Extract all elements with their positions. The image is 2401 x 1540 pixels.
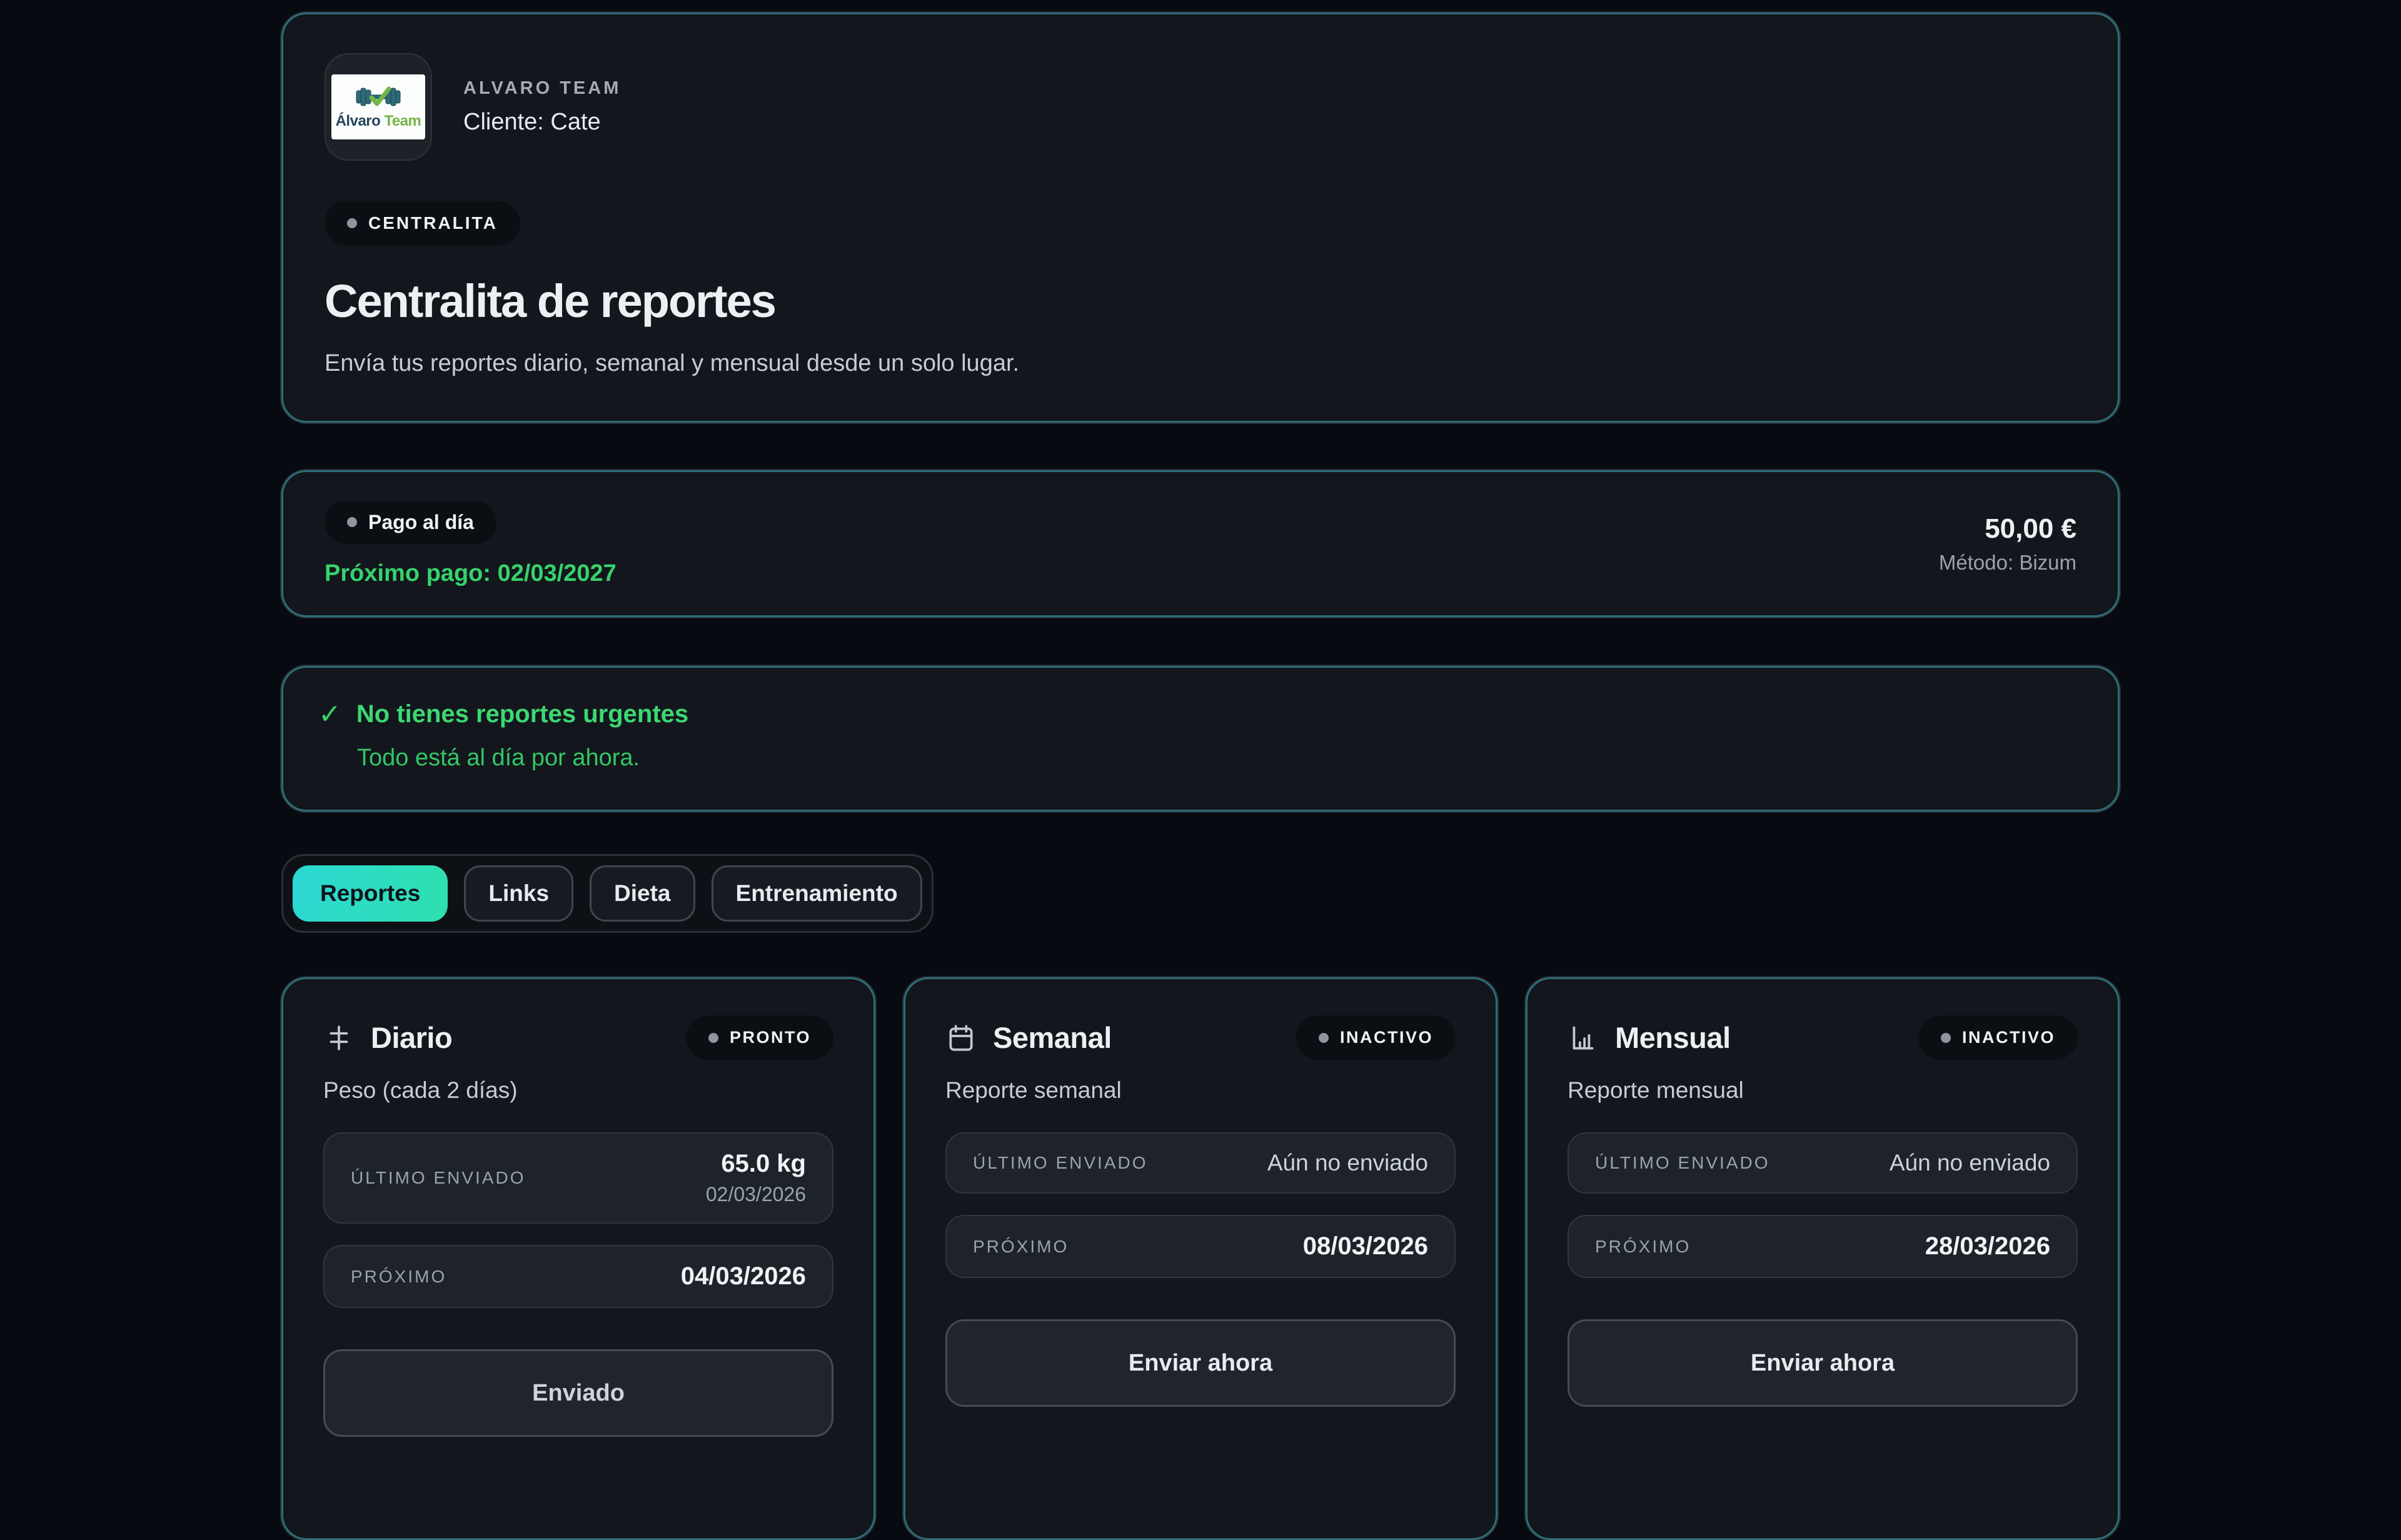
status-dot-icon (1941, 1033, 1951, 1043)
status-dot-icon (708, 1033, 718, 1043)
last-sent-row: ÚLTIMO ENVIADO Aún no enviado (945, 1132, 1456, 1194)
bar-chart-icon (1568, 1022, 1599, 1054)
status-badge: PRONTO (686, 1015, 833, 1060)
payment-status-block: Pago al día Próximo pago: 02/03/2027 (325, 501, 617, 587)
centralita-badge-label: CENTRALITA (368, 213, 498, 233)
payment-status-badge: Pago al día (325, 501, 496, 544)
report-card-title: Mensual (1615, 1020, 1731, 1055)
header-identity: Álvaro Team ALVARO TEAM Cliente: Cate (325, 53, 2076, 161)
status-badge-label: INACTIVO (1962, 1028, 2055, 1047)
next-date: 28/03/2026 (1925, 1232, 2050, 1261)
page-subtitle: Envía tus reportes diario, semanal y men… (325, 350, 2076, 377)
payment-card: Pago al día Próximo pago: 02/03/2027 50,… (281, 470, 2120, 617)
team-logo: Álvaro Team (325, 53, 432, 161)
report-card-diario: Diario PRONTO Peso (cada 2 días) ÚLTIMO … (281, 977, 875, 1540)
report-card-semanal: Semanal INACTIVO Reporte semanal ÚLTIMO … (904, 977, 1497, 1540)
status-badge: INACTIVO (1918, 1015, 2078, 1060)
status-dot-icon (1319, 1033, 1329, 1043)
last-sent-value: 65.0 kg (706, 1150, 806, 1178)
next-payment-date: Próximo pago: 02/03/2027 (325, 560, 617, 587)
last-sent-value: Aún no enviado (1267, 1150, 1428, 1176)
weight-scale-icon (323, 1022, 355, 1054)
payment-status-label: Pago al día (368, 511, 474, 534)
team-logo-text: Álvaro Team (336, 114, 421, 129)
report-card-subtitle: Peso (cada 2 días) (323, 1077, 833, 1104)
centralita-badge: CENTRALITA (325, 201, 520, 246)
next-date: 04/03/2026 (681, 1262, 806, 1291)
status-dot-icon (347, 218, 357, 228)
last-sent-row: ÚLTIMO ENVIADO Aún no enviado (1568, 1132, 2078, 1194)
reports-hub-page: Álvaro Team ALVARO TEAM Cliente: Cate CE… (281, 0, 2120, 1540)
report-card-subtitle: Reporte mensual (1568, 1077, 2078, 1104)
status-badge: INACTIVO (1296, 1015, 1456, 1060)
next-row: PRÓXIMO 08/03/2026 (945, 1215, 1456, 1278)
client-block: ALVARO TEAM Cliente: Cate (463, 78, 621, 136)
status-badge-label: INACTIVO (1340, 1028, 1433, 1047)
report-card-mensual: Mensual INACTIVO Reporte mensual ÚLTIMO … (1526, 977, 2120, 1540)
last-sent-value: Aún no enviado (1890, 1150, 2050, 1176)
page-title: Centralita de reportes (325, 274, 2076, 328)
sent-button[interactable]: Enviado (323, 1349, 833, 1437)
report-card-subtitle: Reporte semanal (945, 1077, 1456, 1104)
last-sent-row: ÚLTIMO ENVIADO 65.0 kg 02/03/2026 (323, 1132, 833, 1224)
tab-dieta[interactable]: Dieta (590, 865, 695, 922)
send-now-button[interactable]: Enviar ahora (945, 1319, 1456, 1407)
report-card-title: Semanal (993, 1020, 1112, 1055)
next-row: PRÓXIMO 04/03/2026 (323, 1245, 833, 1308)
payment-method: Método: Bizum (1939, 551, 2076, 575)
tab-reportes[interactable]: Reportes (293, 865, 448, 922)
payment-amount: 50,00 € (1939, 513, 2076, 545)
status-dot-icon (347, 517, 357, 527)
tab-entrenamiento[interactable]: Entrenamiento (712, 865, 922, 922)
next-date: 08/03/2026 (1303, 1232, 1428, 1261)
team-logo-image: Álvaro Team (331, 74, 425, 139)
report-cards-grid: Diario PRONTO Peso (cada 2 días) ÚLTIMO … (281, 977, 2120, 1540)
next-row: PRÓXIMO 28/03/2026 (1568, 1215, 2078, 1278)
report-card-title: Diario (371, 1020, 452, 1055)
tab-bar: Reportes Links Dieta Entrenamiento (281, 854, 934, 933)
alert-title: No tienes reportes urgentes (356, 700, 688, 728)
client-name: Cliente: Cate (463, 109, 621, 136)
last-sent-date: 02/03/2026 (706, 1183, 806, 1206)
payment-amount-block: 50,00 € Método: Bizum (1939, 513, 2076, 575)
check-icon: ✓ (318, 701, 341, 728)
header-card: Álvaro Team ALVARO TEAM Cliente: Cate CE… (281, 13, 2120, 423)
calendar-icon (945, 1022, 977, 1054)
status-badge-label: PRONTO (730, 1028, 811, 1047)
dumbbell-check-icon (354, 85, 403, 111)
team-name: ALVARO TEAM (463, 78, 621, 99)
tab-links[interactable]: Links (464, 865, 573, 922)
urgent-reports-alert: ✓ No tienes reportes urgentes Todo está … (281, 666, 2120, 812)
send-now-button[interactable]: Enviar ahora (1568, 1319, 2078, 1407)
alert-subtitle: Todo está al día por ahora. (357, 745, 2083, 772)
